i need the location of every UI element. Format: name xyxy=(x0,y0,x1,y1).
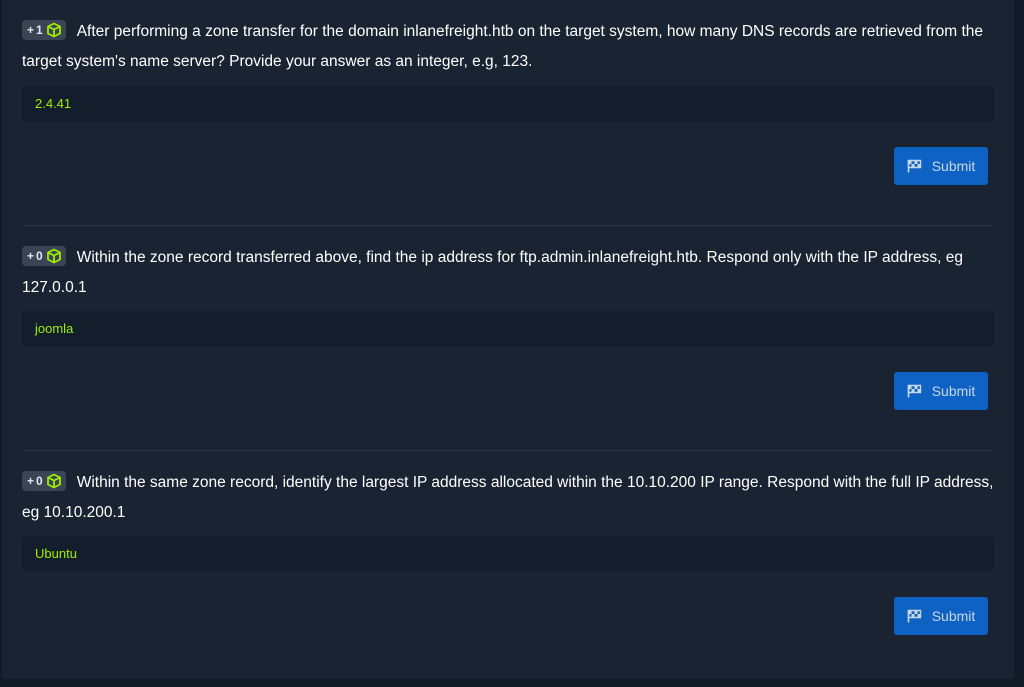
points-value: 0 xyxy=(36,474,43,488)
submit-button[interactable]: Submit xyxy=(894,597,988,635)
question-text: +1 After performing a zone transfer for t… xyxy=(22,17,994,77)
answer-input[interactable]: Ubuntu xyxy=(22,536,994,572)
question-text: +0 Within the same zone record, identify … xyxy=(22,468,994,528)
cube-icon xyxy=(46,473,61,489)
question-text: +0 Within the zone record transferred abo… xyxy=(22,243,994,303)
answer-input[interactable]: 2.4.41 xyxy=(22,86,994,122)
question-body: Within the zone record transferred above… xyxy=(22,249,964,296)
flag-icon xyxy=(907,609,921,623)
points-value: 1 xyxy=(36,23,43,37)
submit-label: Submit xyxy=(931,158,976,174)
points-prefix: + xyxy=(27,474,35,488)
points-value: 0 xyxy=(36,249,43,263)
points-badge: +0 xyxy=(22,246,66,266)
points-badge: +0 xyxy=(22,471,66,491)
cube-icon xyxy=(46,22,61,38)
question-2: +0 Within the zone record transferred abo… xyxy=(22,226,994,451)
question-3: +0 Within the same zone record, identify … xyxy=(22,451,994,635)
submit-button[interactable]: Submit xyxy=(894,147,988,185)
question-body: Within the same zone record, identify th… xyxy=(22,474,994,521)
answer-input[interactable]: joomla xyxy=(22,311,994,347)
question-body: After performing a zone transfer for the… xyxy=(22,23,984,70)
points-prefix: + xyxy=(27,23,35,37)
submit-label: Submit xyxy=(931,383,976,399)
questions-panel: +1 After performing a zone transfer for t… xyxy=(2,0,1014,679)
submit-label: Submit xyxy=(931,608,976,624)
flag-icon xyxy=(907,159,921,173)
cube-icon xyxy=(46,248,61,264)
flag-icon xyxy=(907,384,921,398)
submit-button[interactable]: Submit xyxy=(894,372,988,410)
question-1: +1 After performing a zone transfer for t… xyxy=(22,0,994,226)
points-badge: +1 xyxy=(22,20,66,40)
points-prefix: + xyxy=(27,249,35,263)
